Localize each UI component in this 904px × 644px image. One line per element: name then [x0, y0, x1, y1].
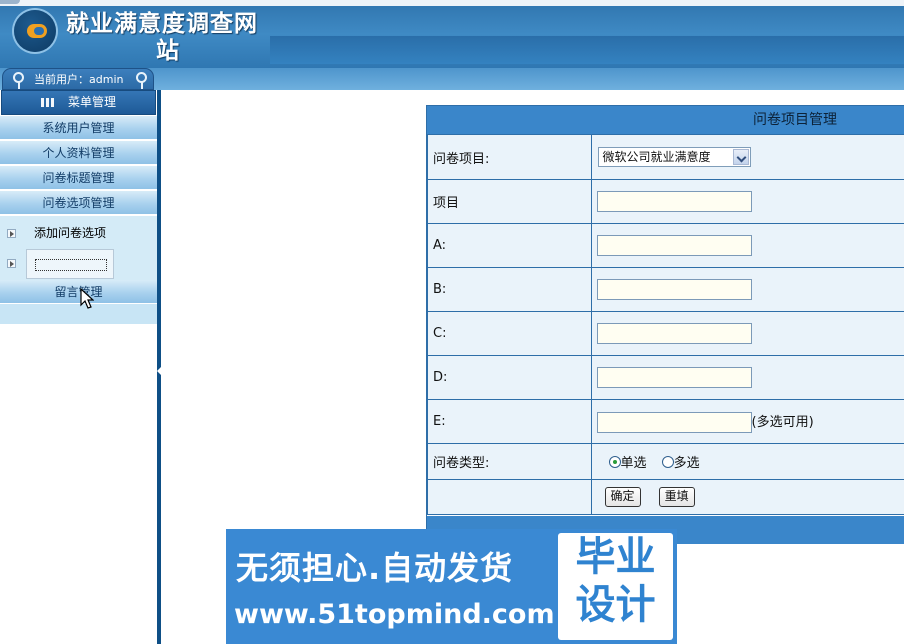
option-e-input[interactable] — [596, 411, 752, 433]
banner-url: www.51topmind.com — [234, 599, 555, 630]
reset-button[interactable]: 重填 — [658, 487, 695, 507]
option-e-cell: (多选可用) — [590, 399, 904, 444]
sidebar-item-label: 问卷选项管理 — [42, 196, 115, 210]
form-row-c: C: — [427, 311, 904, 356]
option-c-input[interactable] — [596, 323, 752, 344]
submenu-panel: 添加问卷选项 — [0, 216, 157, 280]
submenu-item-label: 添加问卷选项 — [34, 226, 107, 240]
submenu-item-add-option[interactable]: 添加问卷选项 — [0, 225, 157, 247]
collapse-arrow-icon[interactable] — [157, 366, 162, 376]
banner-slogan: 无须担心.自动发货 — [236, 549, 514, 587]
option-d-label: D: — [427, 355, 592, 400]
site-title: 就业满意度调查网 站 — [66, 10, 286, 64]
banner-badge: 毕业 设计 — [558, 533, 673, 640]
radio-multi[interactable] — [661, 456, 674, 468]
form-row-type: 问卷类型: 单选 多选 — [427, 443, 904, 480]
menu-grid-icon — [40, 98, 54, 107]
chevron-down-icon — [732, 149, 749, 165]
option-e-hint: (多选可用) — [751, 414, 814, 430]
option-d-input[interactable] — [596, 367, 752, 388]
focus-outline — [35, 259, 107, 271]
item-label: 项目 — [427, 179, 592, 224]
buttons-label-cell — [427, 479, 592, 515]
project-select[interactable]: 微软公司就业满意度 — [597, 147, 751, 167]
sidebar-item-label: 系统用户管理 — [42, 121, 115, 135]
badge-line2: 设计 — [575, 582, 656, 628]
option-d-cell — [590, 355, 904, 400]
project-cell: 微软公司就业满意度 — [590, 134, 904, 180]
badge-line1: 毕业 — [575, 534, 656, 580]
form-table: 问卷项目: 微软公司就业满意度 项目 A: B: C: D: E: (多选可用) — [427, 134, 904, 515]
radio-single-label[interactable]: 单选 — [621, 456, 647, 471]
option-b-input[interactable] — [596, 279, 752, 300]
option-b-cell — [590, 267, 904, 312]
option-a-cell — [590, 223, 904, 268]
radio-multi-label[interactable]: 多选 — [674, 456, 700, 471]
option-e-label: E: — [427, 399, 592, 444]
ring-icon — [136, 72, 147, 89]
type-label: 问卷类型: — [427, 443, 592, 480]
buttons-cell: 确定 重填 — [590, 479, 904, 515]
option-c-label: C: — [427, 311, 592, 356]
sidebar-item-profile[interactable]: 个人资料管理 — [0, 141, 157, 165]
form-title: 问卷项目管理 — [753, 112, 837, 128]
form-row-project: 问卷项目: 微软公司就业满意度 — [427, 134, 904, 180]
current-user-label: 当前用户：admin — [34, 73, 124, 86]
watermark-banner: 无须担心.自动发货 www.51topmind.com 毕业 设计 — [226, 529, 677, 644]
project-label: 问卷项目: — [427, 134, 592, 180]
sidebar-item-label: 留言管理 — [54, 285, 103, 299]
top-strip — [0, 0, 904, 6]
form-row-e: E: (多选可用) — [427, 399, 904, 444]
confirm-button[interactable]: 确定 — [604, 487, 641, 507]
item-cell — [590, 179, 904, 224]
form-row-d: D: — [427, 355, 904, 400]
site-title-line2: 站 — [156, 37, 180, 64]
top-tab — [0, 0, 20, 4]
ring-icon — [13, 72, 24, 89]
submenu-focus-box[interactable] — [26, 249, 114, 279]
sidebar-item-survey-titles[interactable]: 问卷标题管理 — [0, 166, 157, 190]
project-select-value: 微软公司就业满意度 — [602, 150, 711, 164]
sidebar-item-messages[interactable]: 留言管理 — [0, 280, 157, 304]
bullet-arrow-icon — [7, 229, 16, 238]
current-user-tab: 当前用户：admin — [2, 68, 154, 90]
survey-item-form: 问卷项目管理 问卷项目: 微软公司就业满意度 项目 A: B: C: D: E:… — [426, 105, 904, 544]
mouse-pointer-icon — [80, 288, 94, 309]
site-header: 就业满意度调查网 站 — [0, 0, 904, 68]
form-row-b: B: — [427, 267, 904, 312]
sidebar-item-survey-options[interactable]: 问卷选项管理 — [0, 191, 157, 215]
menu-header: 菜单管理 — [1, 90, 156, 115]
form-row-item: 项目 — [427, 179, 904, 224]
bullet-arrow-icon — [7, 259, 16, 268]
form-row-buttons: 确定 重填 — [427, 479, 904, 515]
sidebar-footer-band — [0, 304, 157, 324]
option-b-label: B: — [427, 267, 592, 312]
header-band — [270, 36, 904, 64]
form-title-bar: 问卷项目管理 — [427, 106, 904, 134]
type-cell: 单选 多选 — [590, 443, 904, 480]
menu-header-label: 菜单管理 — [67, 95, 116, 109]
sidebar-item-label: 个人资料管理 — [42, 146, 115, 160]
option-c-cell — [590, 311, 904, 356]
sidebar-item-system-users[interactable]: 系统用户管理 — [0, 116, 157, 140]
logo-mark-inner — [34, 27, 44, 35]
sidebar-item-label: 问卷标题管理 — [42, 171, 115, 185]
site-logo — [14, 10, 56, 52]
form-row-a: A: — [427, 223, 904, 268]
site-title-line1: 就业满意度调查网 — [66, 10, 258, 37]
option-a-label: A: — [427, 223, 592, 268]
radio-single[interactable] — [608, 456, 621, 468]
option-a-input[interactable] — [596, 235, 752, 256]
item-input[interactable] — [596, 191, 752, 212]
